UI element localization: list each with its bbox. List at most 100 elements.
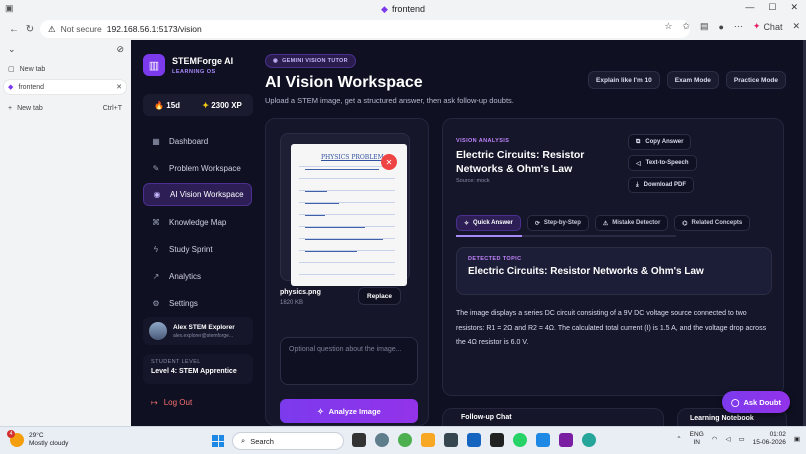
spark-icon: ✦ (202, 100, 209, 110)
streak-value: 15d (166, 100, 181, 110)
warning-icon: ⚠ (48, 23, 56, 34)
edge-app-icon[interactable] (582, 433, 596, 447)
nav-ai-vision-workspace[interactable]: ◉ AI Vision Workspace (143, 183, 252, 206)
user-card[interactable]: Alex STEM Explorer alex.explorer@stemfor… (143, 317, 253, 345)
sidebar-toggle-icon[interactable]: ✕ (792, 21, 800, 32)
vertical-tab-1[interactable]: ▢ New tab (4, 62, 126, 76)
main-content: ◉ GEMINI VISION TUTOR AI Vision Workspace… (265, 40, 804, 426)
chrome-app-icon[interactable] (398, 433, 412, 447)
eye-icon: ◉ (153, 190, 161, 199)
whatsapp-icon[interactable] (513, 433, 527, 447)
question-input[interactable]: Optional question about the image... (280, 337, 418, 385)
tab-search-icon[interactable]: ▣ (5, 3, 14, 14)
sparkle-icon: ✧ (317, 406, 324, 416)
maximize-icon[interactable]: ☐ (768, 2, 776, 13)
app-icon[interactable] (490, 433, 504, 447)
nav-analytics[interactable]: ↗ Analytics (143, 265, 252, 288)
chart-icon: ↗ (152, 272, 160, 281)
chat-button[interactable]: ✦ Chat (753, 21, 783, 32)
analysis-label: VISION ANALYSIS (456, 138, 510, 144)
analysis-title: Electric Circuits: Resistor Networks & O… (456, 149, 585, 175)
store-app-icon[interactable] (467, 433, 481, 447)
tab-quick-answer[interactable]: ✧ Quick Answer (456, 215, 521, 231)
ask-doubt-button[interactable]: ◯ Ask Doubt (722, 391, 790, 413)
tab-mistake-detector[interactable]: ⚠ Mistake Detector (594, 215, 669, 231)
result-tabs: ✧ Quick Answer ⟳ Step-by-Step ⚠ Mistake Det… (456, 215, 751, 231)
close-window-icon[interactable]: ✕ (790, 2, 798, 13)
app-favicon-icon: ◆ (8, 84, 14, 91)
level-heading: STUDENT LEVEL (151, 359, 201, 365)
screen: ▣ ◆ frontend — ☐ ✕ ← ↻ ⚠ Not secure 192.… (0, 0, 806, 454)
file-explorer-icon[interactable] (421, 433, 435, 447)
paper-title: PHYSICS PROBLEM (321, 154, 384, 161)
chevron-up-icon[interactable]: ⌃ (676, 435, 681, 443)
handwriting-icon (305, 222, 365, 228)
exam-mode-button[interactable]: Exam Mode (666, 71, 719, 89)
new-tab-button[interactable]: + New tab Ctrl+T (4, 101, 126, 115)
task-view-icon[interactable] (352, 433, 366, 447)
file-size: 1820 KB (280, 300, 304, 306)
weather-widget[interactable]: 4 29°C Mostly cloudy (7, 430, 68, 448)
tab-related-concepts[interactable]: ⌬ Related Concepts (674, 215, 751, 231)
handwriting-icon (305, 198, 339, 204)
explain-like-10-button[interactable]: Explain like I'm 10 (588, 71, 660, 89)
copy-answer-button[interactable]: ⧉ Copy Answer (628, 134, 692, 150)
book-logo-icon: ▥ (143, 54, 165, 76)
text-to-speech-button[interactable]: ◁ Text-to-Speech (628, 155, 697, 171)
download-pdf-button[interactable]: ⤓ Download PDF (628, 177, 694, 193)
collapse-chevron-icon[interactable]: ⌄ (8, 44, 16, 55)
omnibox[interactable]: ⚠ Not secure 192.168.56.1:5173/vision (40, 20, 690, 38)
more-menu-icon[interactable]: ⋯ (734, 21, 743, 32)
vscode-icon[interactable] (536, 433, 550, 447)
system-tray: ⌃ ENG IN ◠ ◁ ▭ 01:02 15-06-2026 ▣ (676, 431, 800, 447)
tab-step-by-step[interactable]: ⟳ Step-by-Step (526, 215, 589, 231)
remove-image-button[interactable]: ✕ (381, 154, 397, 170)
vertical-tabs-panel: ⌄ ⊘ ▢ New tab ◆ frontend ✕ + New tab Ctr… (0, 40, 131, 426)
taskbar-search[interactable]: ⌕ Search (232, 432, 344, 450)
user-email: alex.explorer@stemforge... (173, 332, 234, 339)
pin-off-icon[interactable]: ⊘ (116, 44, 124, 55)
app-icon[interactable] (559, 433, 573, 447)
wifi-icon[interactable]: ◠ (712, 435, 718, 443)
close-tab-icon[interactable]: ✕ (116, 83, 122, 91)
back-icon[interactable]: ← (6, 24, 22, 35)
clock[interactable]: 01:02 15-06-2026 (753, 431, 786, 447)
minimize-icon[interactable]: — (745, 2, 754, 13)
gear-icon: ⚙ (152, 299, 160, 308)
extensions-icon[interactable]: ▤ (700, 21, 709, 32)
settings-app-icon[interactable] (375, 433, 389, 447)
tabs-scrollbar[interactable] (456, 235, 676, 237)
image-preview: PHYSICS PROBLEM ✕ (280, 133, 410, 286)
vertical-tab-active[interactable]: ◆ frontend ✕ (4, 80, 126, 94)
flame-icon: 🔥 (154, 100, 165, 110)
notifications-icon[interactable]: ▣ (794, 435, 800, 443)
plus-icon: + (8, 104, 13, 112)
nav-knowledge-map[interactable]: ⌘ Knowledge Map (143, 211, 252, 234)
window-titlebar: ▣ ◆ frontend — ☐ ✕ (0, 0, 806, 18)
replace-button[interactable]: Replace (358, 287, 401, 305)
terminal-icon[interactable] (444, 433, 458, 447)
steps-icon: ⟳ (534, 220, 540, 227)
topic-label: DETECTED TOPIC (468, 256, 522, 262)
answer-text: The image displays a series DC circuit c… (456, 310, 767, 346)
bookmark-star-icon[interactable]: ☆ (664, 21, 672, 32)
nav-study-sprint[interactable]: ϟ Study Sprint (143, 238, 252, 261)
handwriting-icon (305, 186, 327, 192)
eye-icon: ◉ (273, 58, 279, 64)
nav-problem-workspace[interactable]: ✎ Problem Workspace (143, 157, 252, 180)
user-name: Alex STEM Explorer (173, 323, 235, 331)
logout-button[interactable]: ↦ Log Out (151, 398, 192, 407)
volume-icon[interactable]: ◁ (725, 435, 730, 443)
sparkle-icon: ✧ (464, 220, 470, 227)
profile-icon[interactable]: ● (718, 22, 723, 32)
weather-badge: 4 (7, 430, 15, 438)
nav-settings[interactable]: ⚙ Settings (143, 292, 252, 315)
windows-start-icon[interactable] (212, 435, 224, 447)
battery-icon[interactable]: ▭ (738, 435, 744, 443)
practice-mode-button[interactable]: Practice Mode (725, 71, 786, 89)
analyze-image-button[interactable]: ✧ Analyze Image (280, 399, 418, 423)
nav-dashboard[interactable]: ▦ Dashboard (143, 130, 252, 153)
language-indicator[interactable]: ENG IN (690, 431, 704, 447)
reload-icon[interactable]: ↻ (22, 24, 38, 35)
favorites-icon[interactable]: ✩ (682, 21, 690, 32)
